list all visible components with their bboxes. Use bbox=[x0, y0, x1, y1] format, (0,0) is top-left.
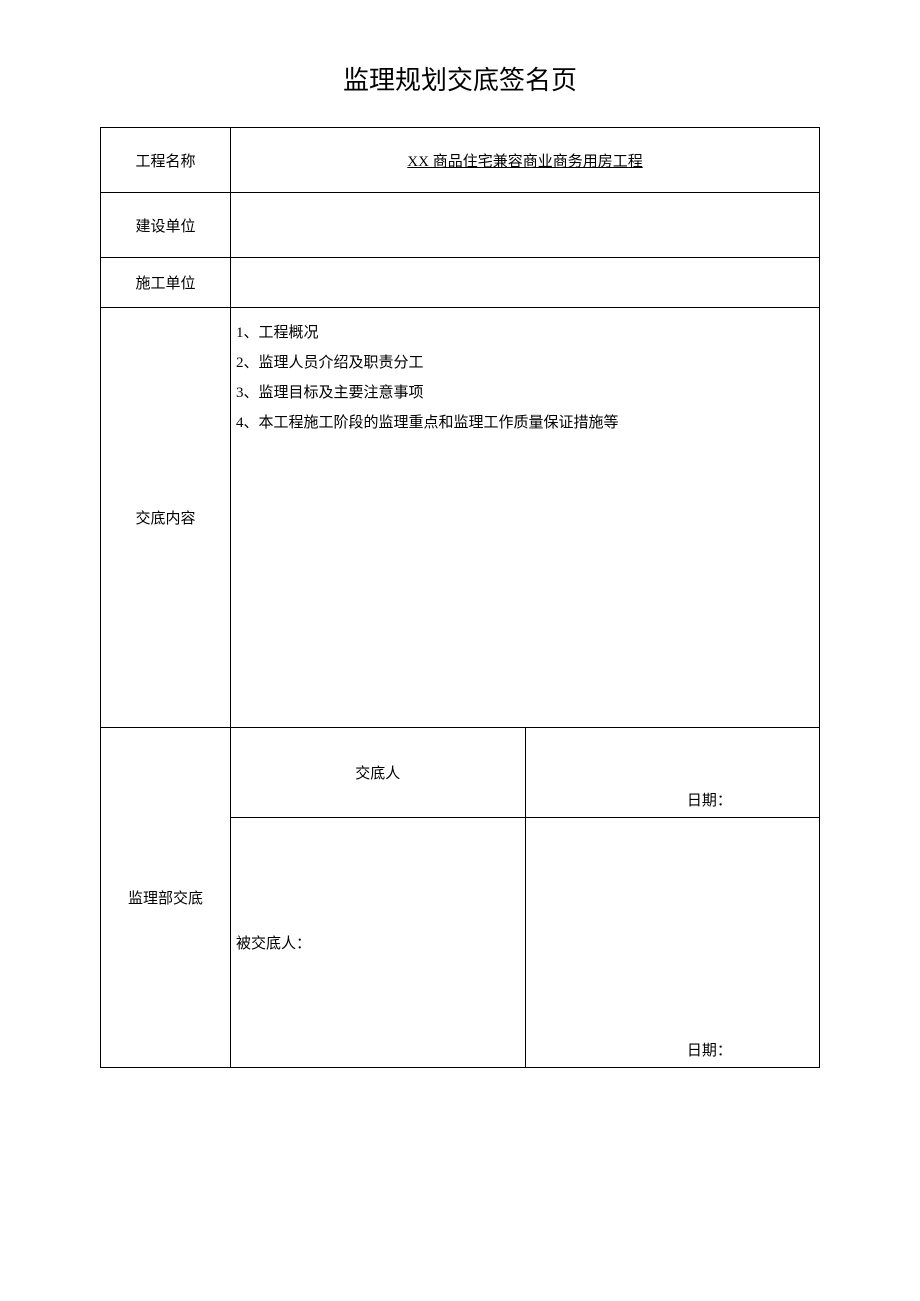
content-line-1: 1、工程概况 bbox=[236, 318, 814, 348]
disclosure-person-label: 交底人 bbox=[231, 728, 526, 818]
construction-unit-label: 建设单位 bbox=[101, 193, 231, 258]
content-line-3: 3、监理目标及主要注意事项 bbox=[236, 378, 814, 408]
received-person-label: 被交底人： bbox=[231, 818, 526, 1068]
supervision-label: 监理部交底 bbox=[101, 728, 231, 1068]
signature-table: 工程名称 XX 商品住宅兼容商业商务用房工程 建设单位 施工单位 交底内容 1、… bbox=[100, 127, 820, 1068]
project-name-value: XX 商品住宅兼容商业商务用房工程 bbox=[231, 128, 820, 193]
contractor-label: 施工单位 bbox=[101, 258, 231, 308]
content-line-2: 2、监理人员介绍及职责分工 bbox=[236, 348, 814, 378]
content-cell: 1、工程概况 2、监理人员介绍及职责分工 3、监理目标及主要注意事项 4、本工程… bbox=[231, 308, 820, 728]
disclosure-person-signature: 日期： bbox=[525, 728, 820, 818]
date-label-2: 日期： bbox=[687, 1039, 732, 1062]
content-line-4: 4、本工程施工阶段的监理重点和监理工作质量保证措施等 bbox=[236, 408, 814, 438]
page-title: 监理规划交底签名页 bbox=[100, 60, 820, 97]
project-name-label: 工程名称 bbox=[101, 128, 231, 193]
date-label-1: 日期： bbox=[687, 789, 732, 812]
project-name-text: XX 商品住宅兼容商业商务用房工程 bbox=[407, 154, 642, 170]
received-person-signature: 日期： bbox=[525, 818, 820, 1068]
content-label: 交底内容 bbox=[101, 308, 231, 728]
contractor-value bbox=[231, 258, 820, 308]
construction-unit-value bbox=[231, 193, 820, 258]
